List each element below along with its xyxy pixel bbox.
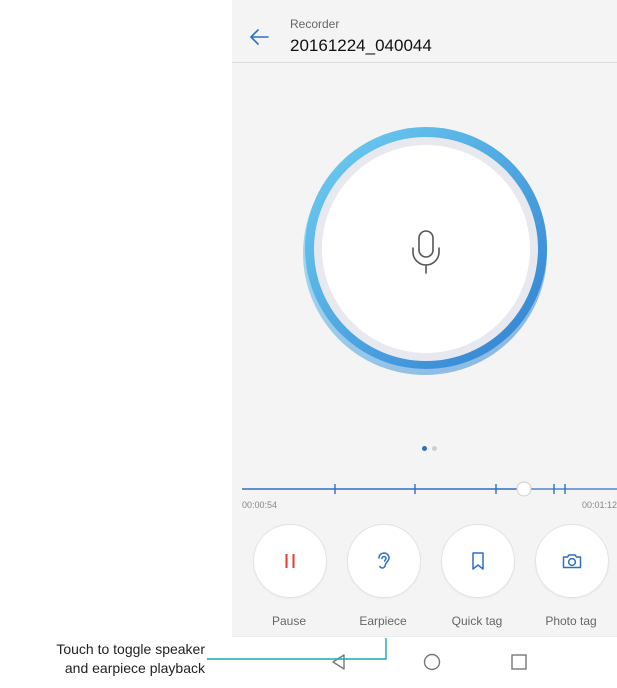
quick-tag-button[interactable]: Quick tag [432,522,522,632]
page-dot [432,446,437,451]
playhead-handle[interactable] [516,481,532,497]
back-button[interactable] [244,22,274,52]
earpiece-button[interactable]: Earpiece [338,522,428,632]
home-circle-icon [423,653,441,671]
nav-back-button[interactable] [324,647,354,677]
ear-icon [378,552,390,569]
earpiece-button-circle [347,524,421,598]
back-triangle-icon [332,654,345,670]
app-subtitle: Recorder [290,17,340,31]
nav-home-button[interactable] [417,647,447,677]
photo-tag-label: Photo tag [545,614,597,628]
callout-annotation: Touch to toggle speaker and earpiece pla… [0,640,205,678]
recording-title: 20161224_040044 [290,36,432,55]
photo-tag-button-circle [535,524,609,598]
pause-button[interactable]: Pause [244,522,334,632]
bookmark-icon [472,552,484,570]
callout-line-1: Touch to toggle speaker [56,641,205,657]
recording-dial [303,127,547,375]
dial-face [322,145,530,353]
nav-recents-button[interactable] [504,647,534,677]
quick-tag-button-circle [441,524,515,598]
callout-line-2: and earpiece playback [64,660,205,676]
app-header: Recorder 20161224_040044 [232,0,617,63]
earpiece-label: Earpiece [359,614,407,628]
phone-screen: Recorder 20161224_040044 00:00:54 00:01:… [232,0,617,688]
camera-icon [562,554,582,569]
photo-tag-button[interactable]: Photo tag [526,522,616,632]
quick-tag-label: Quick tag [451,614,503,628]
pause-label: Pause [271,614,307,628]
pause-icon [285,554,295,568]
playback-timeline[interactable] [232,478,617,514]
page-dot-active [422,446,427,451]
elapsed-time: 00:00:54 [242,500,278,510]
arrow-left-icon [250,29,269,45]
total-time: 00:01:12 [581,500,617,510]
recents-square-icon [511,654,527,670]
pause-button-circle [253,524,327,598]
system-nav-bar [232,636,617,688]
page-indicator [422,438,442,456]
